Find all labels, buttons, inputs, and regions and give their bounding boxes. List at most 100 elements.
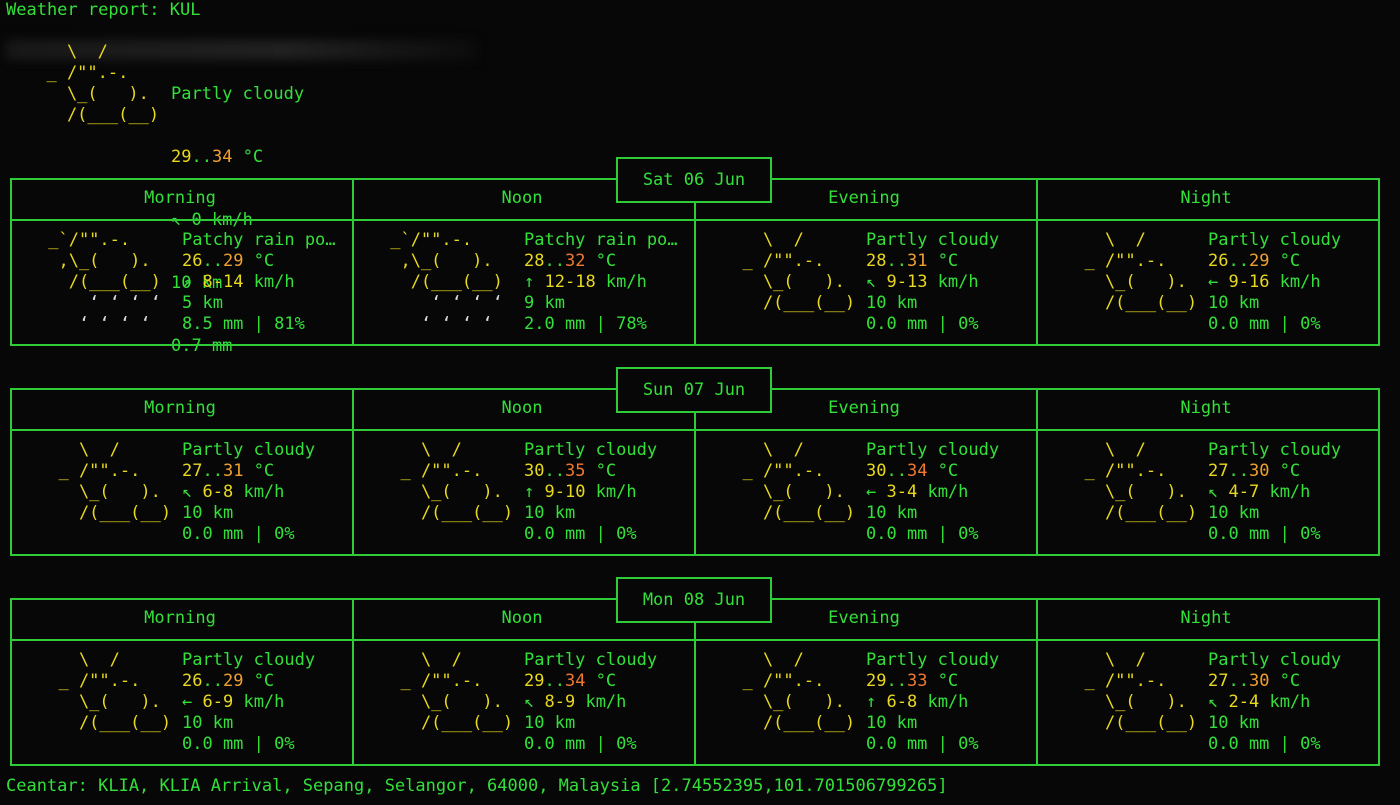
period-label-evening: Evening [828,188,900,208]
column-divider [694,200,696,346]
temperature: 29..34 °C [524,671,617,691]
period-info: Partly cloudy 29..33 °C ↑ 6-8 km/h 10 km 0.0… [866,650,999,755]
column-divider [694,620,696,766]
temp-high: 32 [564,251,586,271]
temperature: 30..35 °C [524,461,617,481]
visibility: 10 km [866,293,918,313]
wind-direction-icon: ← [1208,272,1219,292]
visibility: 10 km [524,503,576,523]
wind: ↑ 9-10 km/h [524,482,637,502]
period-info: Partly cloudy 26..29 °C ← 6-9 km/h 10 km 0.0… [182,650,315,755]
temp-low: 30 [524,461,545,481]
wind: ↖ 9-13 km/h [866,272,979,292]
temp-high: 34 [906,461,928,481]
temp-low: 27 [1208,461,1229,481]
precipitation: 0.0 mm | 0% [524,734,637,754]
period-label-evening: Evening [828,398,900,418]
condition: Partly cloudy [1208,650,1342,670]
current-weather-icon: \ / _ /"".-. \_( ). /(___(__) [46,42,160,125]
temp-high: 29 [1248,251,1270,271]
visibility: 10 km [1208,293,1260,313]
wind: ↖ 6-8 km/h [182,482,285,502]
period-label-morning: Morning [144,608,216,628]
period-label-noon: Noon [501,398,543,418]
wind-speed: 6-8 [886,692,918,712]
wind-speed: 9-13 [886,272,928,292]
raindrops-icon: ‘ ‘ ‘ ‘ ‘ ‘ ‘ ‘ [78,293,161,334]
visibility: 10 km [866,713,918,733]
temp-high: 29 [222,251,244,271]
visibility: 10 km [1208,713,1260,733]
condition: Patchy rain po… [182,230,336,250]
wind-direction-icon: ↗ [182,272,193,292]
sun-cloud-icon: \ / _ /"".-. \_( ). /(___(__) [742,230,856,313]
period-info: Partly cloudy 26..29 °C ← 9-16 km/h 10 km 0.… [1208,230,1341,335]
wind: ↗ 8-14 km/h [182,272,295,292]
rain-cloud-icon: _`/"".-. ,\_( ). /(___(__) ‘ ‘ ‘ ‘ ‘ ‘ ‘… [380,230,503,335]
sun-cloud-icon: \ / _ /"".-. \_( ). /(___(__) [742,650,856,733]
condition: Partly cloudy [524,650,658,670]
temp-low: 28 [866,251,887,271]
period-info: Partly cloudy 30..35 °C ↑ 9-10 km/h 10 km 0.… [524,440,657,545]
precipitation: 0.0 mm | 0% [182,734,295,754]
condition: Partly cloudy [1208,230,1342,250]
period-label-noon: Noon [501,608,543,628]
period-info: Partly cloudy 30..34 °C ← 3-4 km/h 10 km 0.0… [866,440,999,545]
wind: ← 9-16 km/h [1208,272,1321,292]
wind: ↖ 2-4 km/h [1208,692,1311,712]
temp-low: 27 [1208,671,1229,691]
temp-high: 30 [1248,671,1270,691]
wind: ← 3-4 km/h [866,482,969,502]
period-info: Partly cloudy 27..30 °C ↖ 2-4 km/h 10 km 0.0… [1208,650,1341,755]
precipitation: 0.0 mm | 0% [524,524,637,544]
raindrops-icon: ‘ ‘ ‘ ‘ ‘ ‘ ‘ ‘ [420,293,503,334]
temp-high: 29 [222,671,244,691]
wind-speed: 6-8 [202,482,234,502]
condition: Partly cloudy [866,230,1000,250]
period-info: Partly cloudy 29..34 °C ↖ 8-9 km/h 10 km 0.0… [524,650,657,755]
column-divider [694,410,696,556]
wind: ↖ 8-9 km/h [524,692,627,712]
period-label-morning: Morning [144,398,216,418]
wind-direction-icon: ↖ [524,692,535,712]
temperature: 27..30 °C [1208,671,1301,691]
temp-low: 28 [524,251,545,271]
temp-low: 26 [1208,251,1229,271]
condition: Patchy rain po… [524,230,678,250]
current-condition: Partly cloudy [171,84,305,104]
wind-direction-icon: ↑ [866,692,877,712]
sun-cloud-icon: \ / _ /"".-. \_( ). /(___(__) [58,440,172,523]
period-info: Partly cloudy 28..31 °C ↖ 9-13 km/h 10 km 0.… [866,230,999,335]
condition: Partly cloudy [866,440,1000,460]
temp-high: 34 [564,671,586,691]
visibility: 5 km [182,293,223,313]
wind-direction-icon: ↖ [866,272,877,292]
precipitation: 0.0 mm | 0% [1208,314,1321,334]
period-label-evening: Evening [828,608,900,628]
period-info: Patchy rain po… 26..29 °C ↗ 8-14 km/h 5 km 8… [182,230,336,335]
sun-cloud-icon: \ / _ /"".-. \_( ). /(___(__) [400,650,514,733]
temperature: 26..29 °C [182,251,275,271]
visibility: 10 km [182,503,234,523]
precipitation: 0.0 mm | 0% [1208,524,1321,544]
wind-direction-icon: ← [866,482,877,502]
wind-speed: 8-14 [202,272,244,292]
temperature: 26..29 °C [182,671,275,691]
wind-speed: 9-10 [544,482,586,502]
condition: Partly cloudy [524,440,658,460]
precipitation: 0.0 mm | 0% [866,524,979,544]
temperature: 27..30 °C [1208,461,1301,481]
wind-speed: 8-9 [544,692,576,712]
wind-speed: 12-18 [544,272,596,292]
location-footer: Ceantar: KLIA, KLIA Arrival, Sepang, Sel… [6,776,948,796]
wind: ↑ 12-18 km/h [524,272,647,292]
temperature: 26..29 °C [1208,251,1301,271]
wind-direction-icon: ↑ [524,272,535,292]
sun-cloud-icon: \ / _ /"".-. \_( ). /(___(__) [58,650,172,733]
sun-cloud-icon: \ / _ /"".-. \_( ). /(___(__) [1084,230,1198,313]
condition: Partly cloudy [1208,440,1342,460]
wind-speed: 3-4 [886,482,918,502]
temp-high: 31 [906,251,928,271]
wind: ↑ 6-8 km/h [866,692,969,712]
wind-direction-icon: ← [182,692,193,712]
